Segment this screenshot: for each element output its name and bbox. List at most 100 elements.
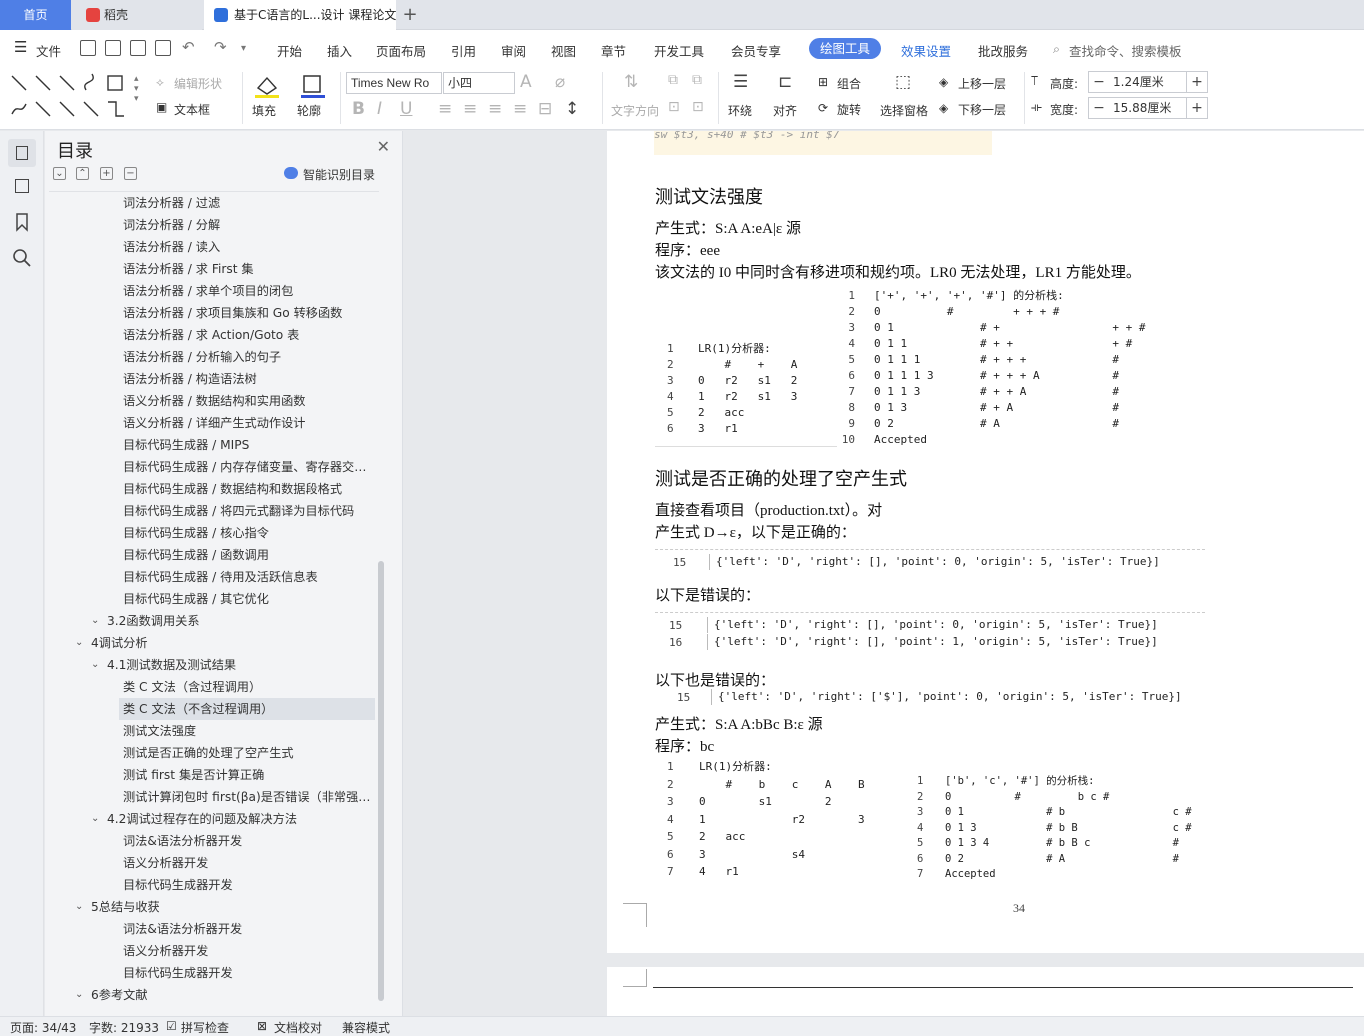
toc-item[interactable]: 5总结与收获 bbox=[87, 896, 375, 918]
redo-icon[interactable]: ↷ bbox=[214, 38, 227, 56]
toc-item[interactable]: 目标代码生成器 / 函数调用 bbox=[119, 544, 375, 566]
toc-item[interactable]: 测试计算闭包时 first(βa)是否错误（非常强… bbox=[119, 786, 375, 808]
toc-scrollbar[interactable] bbox=[378, 561, 384, 1001]
menu-drawing-tools[interactable]: 绘图工具 bbox=[809, 38, 881, 59]
distribute-icon[interactable]: ⊟ bbox=[538, 99, 552, 119]
save-icon[interactable] bbox=[80, 40, 96, 56]
menu-insert[interactable]: 插入 bbox=[327, 41, 352, 60]
italic-icon[interactable]: I bbox=[377, 99, 382, 119]
toc-item[interactable]: 语法分析器 / 分析输入的句子 bbox=[119, 346, 375, 368]
height-increase-button[interactable]: + bbox=[1186, 71, 1208, 93]
toc-item[interactable]: 语法分析器 / 构造语法树 bbox=[119, 368, 375, 390]
status-page[interactable]: 页面: 34/43 bbox=[10, 1019, 76, 1036]
send-backward-button[interactable]: 下移一层 bbox=[958, 101, 1006, 118]
find-icon[interactable] bbox=[11, 247, 33, 269]
chevron-down-icon[interactable]: ⌄ bbox=[75, 901, 87, 912]
toc-item[interactable]: 词法分析器 / 过滤 bbox=[119, 192, 375, 214]
toc-item[interactable]: 目标代码生成器 / 待用及活跃信息表 bbox=[119, 566, 375, 588]
menu-view[interactable]: 视图 bbox=[551, 41, 576, 60]
spell-check-button[interactable]: 拼写检查 bbox=[181, 1019, 229, 1036]
export-pdf-icon[interactable] bbox=[105, 40, 121, 56]
quick-access-more-icon[interactable]: ▾ bbox=[241, 43, 246, 54]
bring-forward-button[interactable]: 上移一层 bbox=[958, 75, 1006, 92]
width-decrease-button[interactable]: − bbox=[1088, 97, 1110, 119]
chevron-down-icon[interactable]: ⌄ bbox=[91, 813, 103, 824]
align-objects-button[interactable]: 对齐 bbox=[773, 102, 797, 119]
justify-icon[interactable]: ≡ bbox=[513, 99, 527, 119]
new-tab-plus-icon[interactable]: + bbox=[400, 0, 420, 30]
align-right-icon[interactable]: ≡ bbox=[488, 99, 502, 119]
toc-item[interactable]: 语法分析器 / 求项目集族和 Go 转移函数 bbox=[119, 302, 375, 324]
toc-item[interactable]: 语法分析器 / 读入 bbox=[119, 236, 375, 258]
font-size-select[interactable]: 小四 bbox=[443, 72, 515, 94]
toc-item[interactable]: 目标代码生成器 / 核心指令 bbox=[119, 522, 375, 544]
rotate-button[interactable]: 旋转 bbox=[837, 101, 861, 118]
toc-item[interactable]: 词法分析器 / 分解 bbox=[119, 214, 375, 236]
toc-item[interactable]: 4.2调试过程存在的问题及解决方法 bbox=[103, 808, 375, 830]
toc-item[interactable]: 测试是否正确的处理了空产生式 bbox=[119, 742, 375, 764]
textbox-button[interactable]: 文本框 bbox=[174, 101, 210, 118]
menu-correction-service[interactable]: 批改服务 bbox=[978, 41, 1028, 60]
toc-item[interactable]: 词法&语法分析器开发 bbox=[119, 830, 375, 852]
toc-item[interactable]: 类 C 文法（不含过程调用） bbox=[119, 698, 375, 720]
fill-button[interactable]: 填充 bbox=[252, 102, 276, 119]
clear-format-icon[interactable]: ⌀ bbox=[555, 72, 565, 92]
menu-references[interactable]: 引用 bbox=[451, 41, 476, 60]
undo-icon[interactable]: ↶ bbox=[182, 38, 195, 56]
toc-item[interactable]: 目标代码生成器开发 bbox=[119, 874, 375, 896]
proofread-button[interactable]: 文档校对 bbox=[274, 1019, 322, 1036]
outline-button[interactable]: 轮廓 bbox=[297, 102, 321, 119]
remove-heading-icon[interactable]: − bbox=[124, 167, 137, 180]
status-word-count[interactable]: 字数: 21933 bbox=[89, 1019, 159, 1036]
font-color-icon[interactable]: A bbox=[520, 72, 532, 92]
expand-up-icon[interactable]: ⌃ bbox=[76, 167, 89, 180]
font-name-select[interactable]: Times New Ro bbox=[346, 72, 442, 94]
menu-developer[interactable]: 开发工具 bbox=[654, 41, 704, 60]
menu-effect-settings[interactable]: 效果设置 bbox=[901, 41, 951, 60]
text-direction-button[interactable]: 文字方向 bbox=[611, 102, 659, 119]
command-search[interactable]: 查找命令、搜索模板 bbox=[1069, 41, 1182, 60]
toc-item[interactable]: 语义分析器开发 bbox=[119, 852, 375, 874]
toc-item[interactable]: 目标代码生成器 / 数据结构和数据段格式 bbox=[119, 478, 375, 500]
bold-icon[interactable]: B bbox=[352, 99, 365, 119]
chevron-down-icon[interactable]: ⌄ bbox=[75, 989, 87, 1000]
menu-start[interactable]: 开始 bbox=[277, 41, 302, 60]
toc-item[interactable]: 语法分析器 / 求单个项目的闭包 bbox=[119, 280, 375, 302]
toc-item[interactable]: 语义分析器 / 数据结构和实用函数 bbox=[119, 390, 375, 412]
group-button[interactable]: 组合 bbox=[837, 75, 861, 92]
line-spacing-icon[interactable]: ↕ bbox=[565, 99, 579, 119]
tab-home[interactable]: 首页 bbox=[0, 0, 71, 30]
toc-item[interactable]: 测试文法强度 bbox=[119, 720, 375, 742]
hamburger-icon[interactable]: ☰ bbox=[14, 38, 27, 56]
bookmark-icon[interactable] bbox=[11, 211, 33, 233]
edit-shape-button[interactable]: 编辑形状 bbox=[174, 75, 222, 92]
shape-gallery[interactable] bbox=[8, 72, 132, 120]
toc-item[interactable]: 类 C 文法（含过程调用） bbox=[119, 676, 375, 698]
toc-item[interactable]: 目标代码生成器开发 bbox=[119, 962, 375, 984]
align-center-icon[interactable]: ≡ bbox=[463, 99, 477, 119]
textbox-break-icon[interactable]: ⧉ bbox=[692, 72, 702, 88]
toc-item[interactable]: 目标代码生成器 / MIPS bbox=[119, 434, 375, 456]
toc-item[interactable]: 词法&语法分析器开发 bbox=[119, 918, 375, 940]
toc-item[interactable]: 目标代码生成器 / 将四元式翻译为目标代码 bbox=[119, 500, 375, 522]
print-icon[interactable] bbox=[130, 40, 146, 56]
width-input[interactable]: 15.88厘米 bbox=[1109, 97, 1187, 119]
textbox-prev-icon[interactable]: ⊡ bbox=[668, 99, 680, 115]
width-increase-button[interactable]: + bbox=[1186, 97, 1208, 119]
height-input[interactable]: 1.24厘米 bbox=[1109, 71, 1187, 93]
toc-item[interactable]: 测试 first 集是否计算正确 bbox=[119, 764, 375, 786]
wrap-text-button[interactable]: 环绕 bbox=[728, 102, 752, 119]
print-preview-icon[interactable] bbox=[155, 40, 171, 56]
align-left-icon[interactable]: ≡ bbox=[438, 99, 452, 119]
collapse-all-icon[interactable]: ⌄ bbox=[53, 167, 66, 180]
toc-item[interactable]: 语义分析器开发 bbox=[119, 940, 375, 962]
menu-member[interactable]: 会员专享 bbox=[731, 41, 781, 60]
chevron-down-icon[interactable]: ⌄ bbox=[75, 637, 87, 648]
toc-item[interactable]: 目标代码生成器 / 内存存储变量、寄存器交… bbox=[119, 456, 375, 478]
toc-item[interactable]: 4调试分析 bbox=[87, 632, 375, 654]
chapter-nav-icon[interactable] bbox=[11, 175, 33, 197]
toc-item[interactable]: 目标代码生成器 / 其它优化 bbox=[119, 588, 375, 610]
toc-item[interactable]: 4.1测试数据及测试结果 bbox=[103, 654, 375, 676]
toc-item[interactable]: 3.2函数调用关系 bbox=[103, 610, 375, 632]
height-decrease-button[interactable]: − bbox=[1088, 71, 1110, 93]
